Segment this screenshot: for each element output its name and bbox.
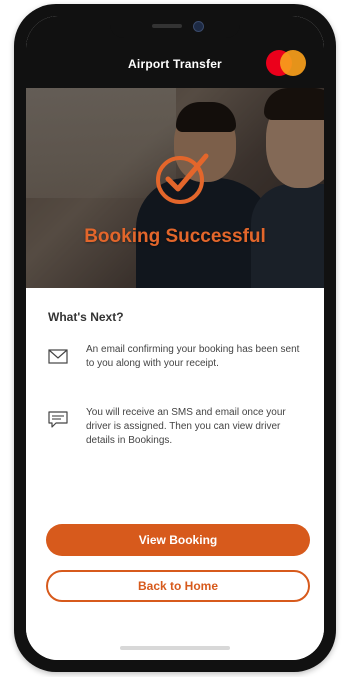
success-check-icon: [156, 153, 209, 204]
phone-frame: Airport Transfer Booking Successful What…: [14, 4, 336, 672]
booking-status-title: Booking Successful: [84, 226, 266, 247]
confirmation-content: What's Next? An email confirming your bo…: [26, 288, 324, 660]
view-booking-button[interactable]: View Booking: [46, 524, 310, 556]
sms-notification-text: You will receive an SMS and email once y…: [86, 407, 286, 446]
whats-next-heading: What's Next?: [48, 310, 124, 324]
speaker-grille: [152, 24, 182, 28]
device-notch: [110, 16, 240, 38]
front-camera: [193, 21, 204, 32]
back-to-home-button[interactable]: Back to Home: [46, 570, 310, 602]
app-screen: Airport Transfer Booking Successful What…: [26, 16, 324, 660]
home-indicator[interactable]: [120, 646, 230, 650]
sms-chat-icon: [48, 411, 68, 428]
email-confirmation-text: An email confirming your booking has bee…: [86, 344, 300, 369]
mastercard-logo-icon: [266, 50, 306, 76]
envelope-icon: [48, 349, 68, 364]
hero-banner: Booking Successful: [26, 88, 324, 288]
